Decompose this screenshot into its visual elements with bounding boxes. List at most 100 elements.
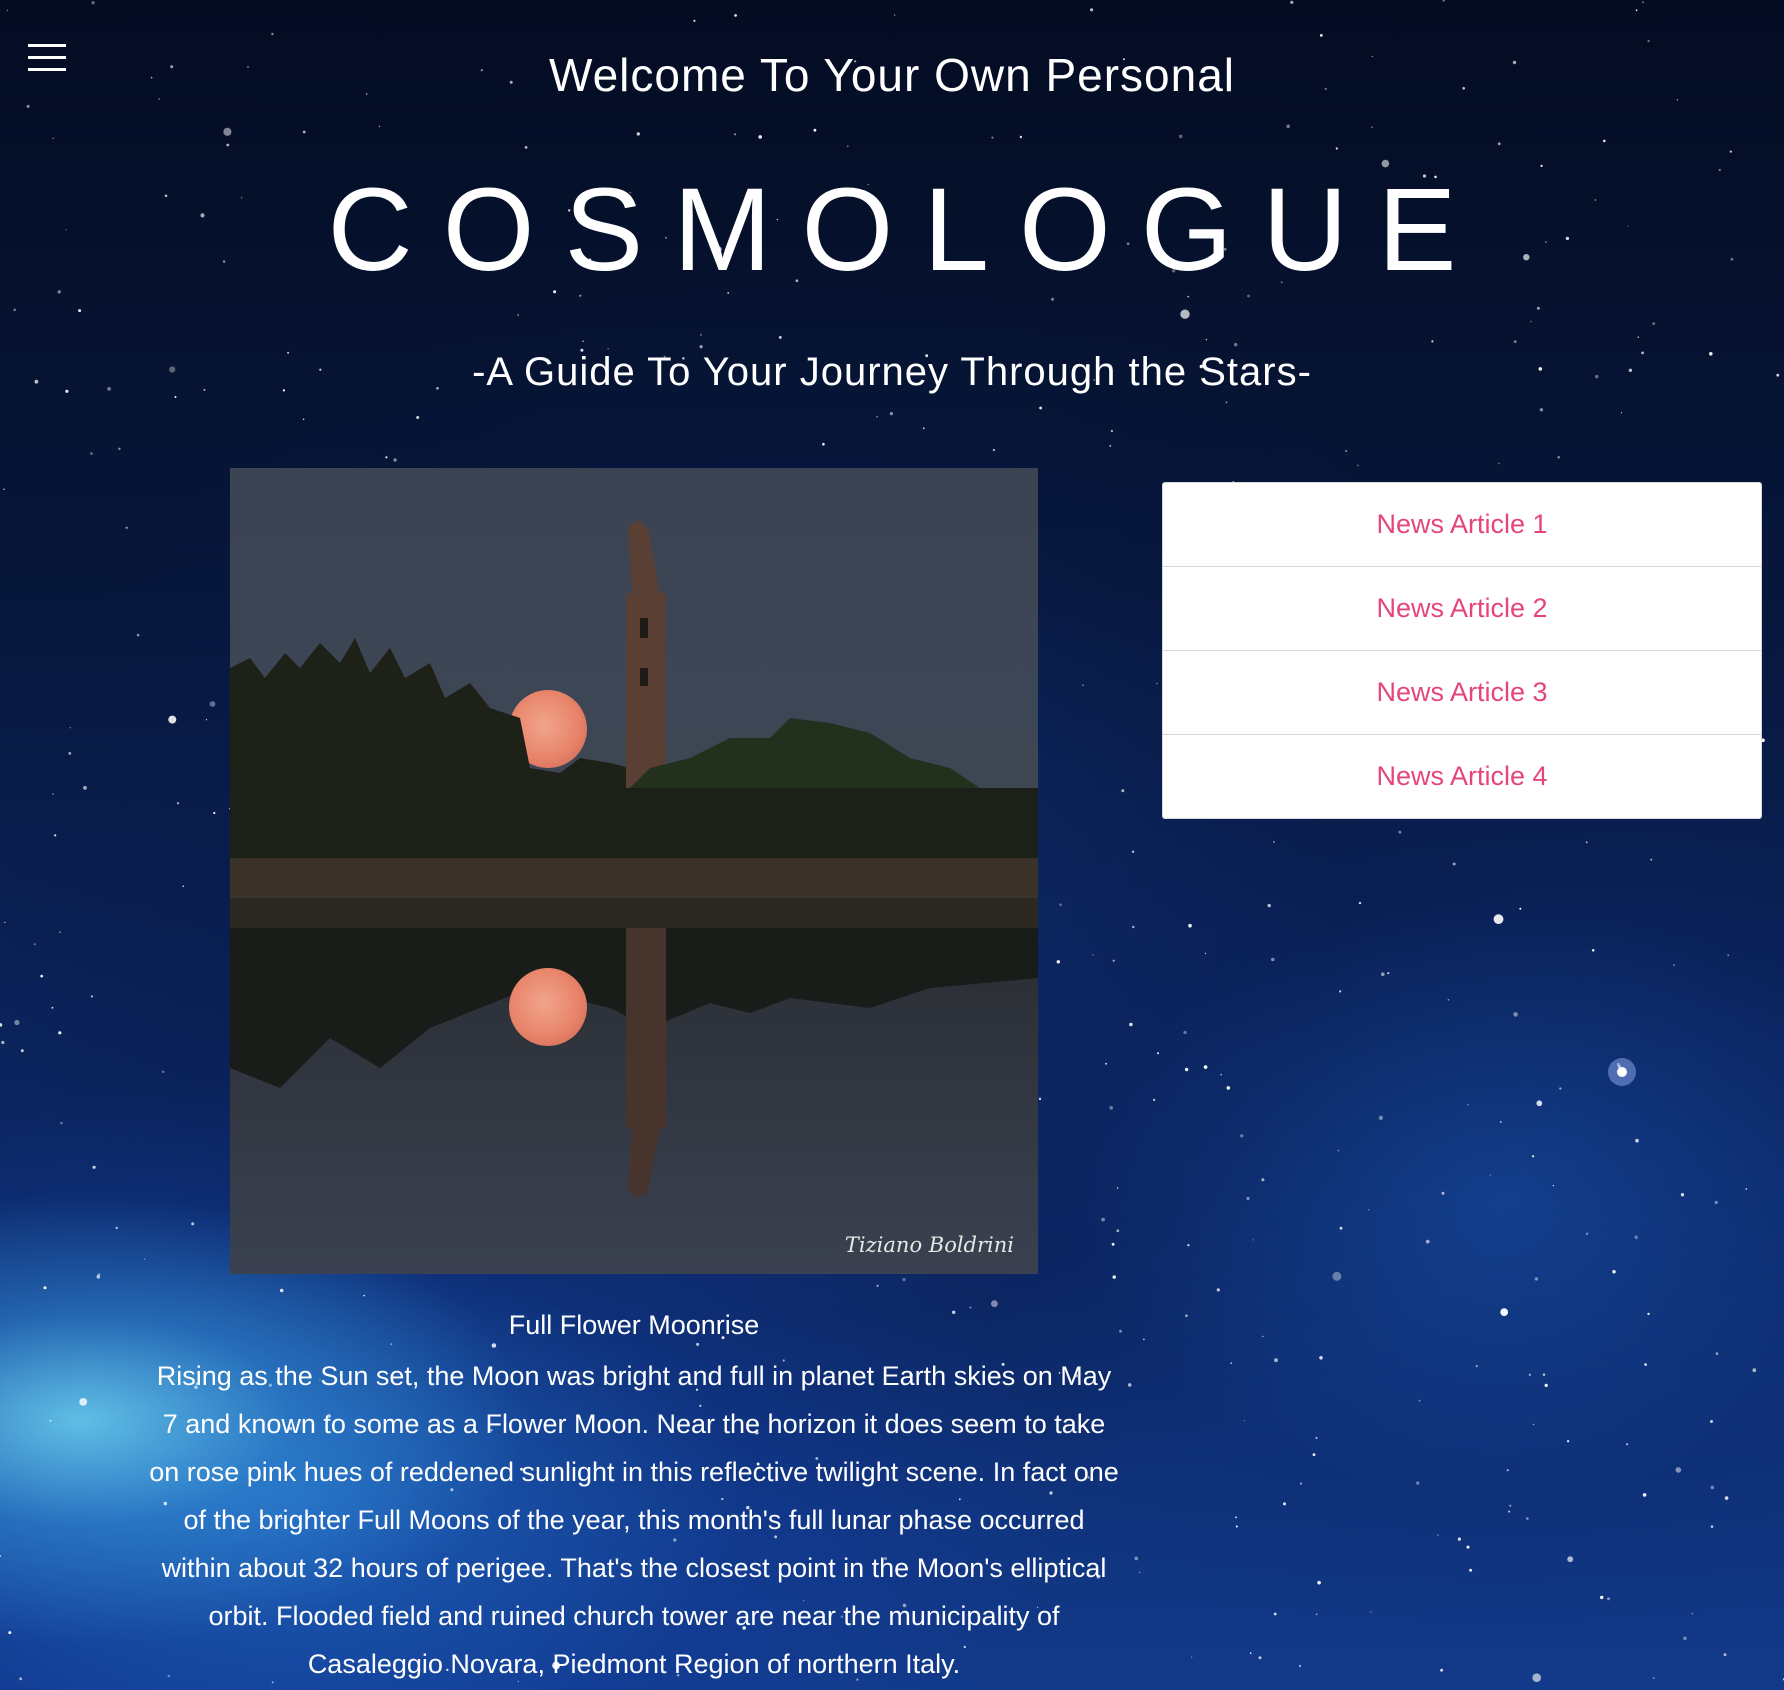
- star: [1339, 1226, 1343, 1230]
- star: [1715, 1352, 1719, 1355]
- star: [26, 104, 30, 108]
- star: [1519, 907, 1522, 910]
- star: [1315, 1613, 1318, 1616]
- star: [1315, 1436, 1318, 1440]
- news-article-link[interactable]: News Article 3: [1163, 651, 1761, 735]
- star: [1143, 1338, 1145, 1341]
- star: [1205, 338, 1208, 341]
- star: [1240, 1134, 1244, 1138]
- star: [83, 786, 87, 790]
- star: [1335, 147, 1338, 150]
- star: [1262, 1335, 1264, 1338]
- star: [1317, 1580, 1321, 1585]
- star: [1493, 914, 1504, 925]
- star: [696, 1342, 700, 1346]
- star: [876, 1284, 879, 1287]
- star: [1745, 1188, 1748, 1190]
- star: [115, 1226, 118, 1230]
- news-list: News Article 1 News Article 2 News Artic…: [1162, 482, 1762, 819]
- news-article-link[interactable]: News Article 4: [1163, 735, 1761, 818]
- star: [1039, 406, 1042, 410]
- star: [1273, 1612, 1277, 1616]
- star: [1398, 830, 1402, 834]
- star: [1710, 1420, 1713, 1423]
- star: [182, 885, 185, 887]
- star: [1536, 306, 1540, 310]
- star: [1489, 1174, 1492, 1176]
- star: [1727, 954, 1730, 957]
- star: [0, 1555, 1, 1557]
- star: [1683, 1636, 1687, 1641]
- star: [1121, 789, 1125, 793]
- star: [79, 1398, 88, 1406]
- star: [1641, 1, 1644, 4]
- star: [40, 974, 44, 978]
- star: [1249, 1652, 1252, 1654]
- star: [1110, 429, 1113, 433]
- star: [1652, 322, 1655, 325]
- star: [1261, 1178, 1265, 1182]
- star: [3, 488, 5, 491]
- star: [734, 133, 737, 136]
- star: [1184, 1067, 1189, 1072]
- star: [1544, 1383, 1548, 1387]
- star: [1534, 1277, 1539, 1281]
- star: [176, 802, 180, 805]
- star: [1116, 1187, 1119, 1189]
- star: [1552, 1184, 1555, 1187]
- star: [1, 1040, 5, 1045]
- star: [1585, 1232, 1589, 1236]
- star: [14, 1019, 20, 1026]
- star: [1567, 1440, 1570, 1443]
- star: [49, 1419, 52, 1422]
- star: [1191, 1656, 1193, 1658]
- star: [1467, 1103, 1469, 1106]
- star: [876, 415, 879, 418]
- star: [1447, 999, 1450, 1001]
- news-article-link[interactable]: News Article 1: [1163, 483, 1761, 567]
- star: [13, 308, 16, 312]
- bright-star-core: [1617, 1067, 1627, 1077]
- star: [582, 340, 584, 343]
- star: [1358, 901, 1362, 905]
- star: [54, 834, 57, 837]
- star: [1425, 1239, 1430, 1244]
- star: [1132, 925, 1135, 929]
- star: [279, 1288, 284, 1293]
- star: [1559, 1087, 1562, 1090]
- star: [517, 314, 519, 316]
- star: [0, 1023, 3, 1027]
- star: [1298, 1664, 1302, 1668]
- star: [1116, 1229, 1120, 1233]
- star: [416, 416, 420, 419]
- star: [846, 145, 849, 148]
- star: [1607, 1597, 1610, 1601]
- star: [1466, 1545, 1470, 1549]
- star: [1312, 1453, 1316, 1456]
- star: [1271, 957, 1275, 962]
- star: [991, 1300, 998, 1308]
- star: [922, 427, 925, 430]
- star: [894, 14, 896, 16]
- star: [363, 1294, 366, 1297]
- star: [1528, 1373, 1532, 1377]
- star: [1567, 1556, 1574, 1563]
- star: [19, 1677, 23, 1681]
- star: [1225, 401, 1228, 404]
- star: [6, 9, 9, 12]
- star: [1626, 1443, 1629, 1446]
- star: [992, 448, 996, 452]
- star: [78, 309, 82, 313]
- star: [1156, 682, 1158, 685]
- star: [378, 125, 381, 128]
- star: [1724, 1496, 1729, 1500]
- star: [1600, 1595, 1604, 1600]
- news-article-link[interactable]: News Article 2: [1163, 567, 1761, 651]
- star: [209, 701, 216, 707]
- star: [1370, 1611, 1372, 1613]
- star: [1234, 342, 1238, 347]
- star: [302, 130, 306, 134]
- star: [1109, 445, 1112, 447]
- star: [1019, 135, 1023, 139]
- star: [1506, 1469, 1509, 1472]
